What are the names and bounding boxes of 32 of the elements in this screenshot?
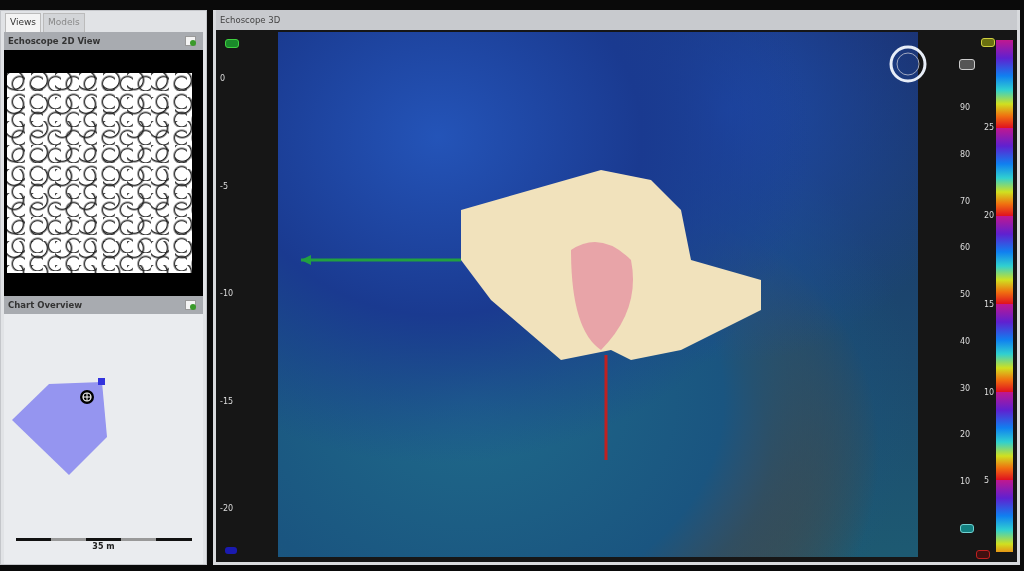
color-scale-label: 10 [984,387,995,398]
color-scale-label: 15 [984,299,995,310]
depth-label: -20 [220,504,234,514]
color-scale-label: 20 [984,211,995,222]
range-label: 60 [960,243,971,254]
depth-label: -10 [220,289,234,299]
view-title: Echoscope 3D [220,15,281,25]
slider-handle[interactable] [976,550,990,559]
slider-handle[interactable] [225,547,237,554]
refresh-icon[interactable] [185,35,197,47]
range-label: 30 [960,383,971,394]
range-label: 90 [960,103,971,113]
slider-handle[interactable] [225,39,239,48]
range-label: 70 [960,196,971,207]
scale-label: 35 m [92,542,115,551]
pane-title: Chart Overview [8,300,83,310]
crosshair-icon [80,390,94,404]
range-label: 40 [960,336,971,347]
range-label: 80 [960,149,971,160]
color-scale-label: 5 [984,476,991,486]
range-label: 20 [960,430,971,441]
color-scale-label: 25 [984,123,995,133]
pane-title: Echoscope 2D View [8,36,101,46]
range-label: 10 [960,477,971,487]
slider-handle[interactable] [960,524,974,533]
tab[interactable]: Views [5,13,42,32]
depth-label: -15 [220,396,234,407]
refresh-icon[interactable] [185,299,197,311]
depth-label: -5 [220,181,229,192]
position-marker-icon [98,378,105,385]
depth-label: 0 [220,74,227,84]
range-label: 50 [960,290,971,300]
